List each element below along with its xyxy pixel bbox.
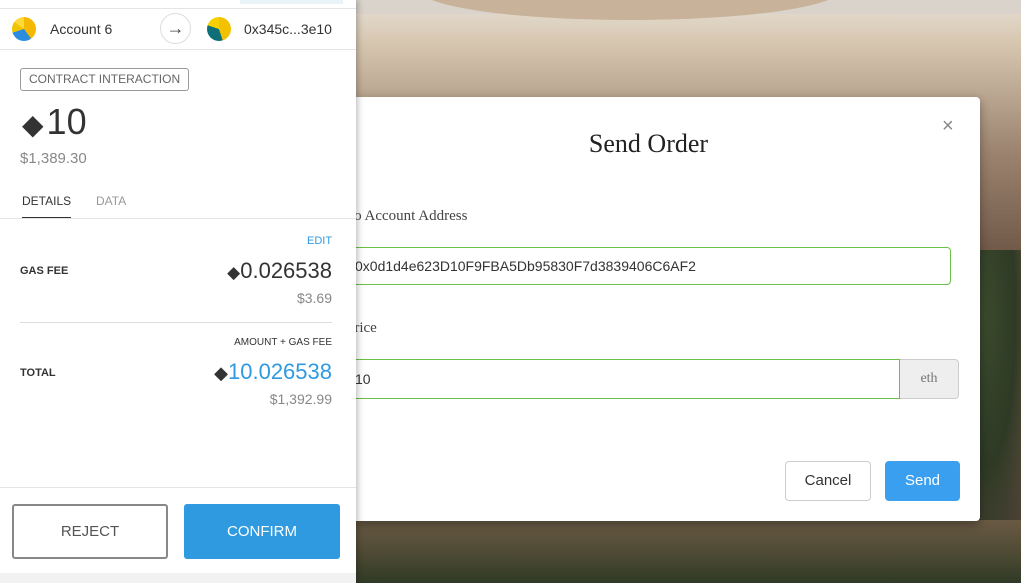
total-label: TOTAL bbox=[20, 367, 56, 379]
gas-fee-value: 0.026538 bbox=[240, 258, 332, 283]
from-account-name[interactable]: Account 6 bbox=[50, 21, 112, 37]
reject-button[interactable]: REJECT bbox=[12, 504, 168, 559]
tab-details[interactable]: DETAILS bbox=[22, 194, 72, 219]
footer-divider bbox=[0, 487, 356, 488]
price-input[interactable] bbox=[348, 359, 900, 399]
to-address-input[interactable] bbox=[348, 247, 951, 285]
tab-data[interactable]: DATA bbox=[96, 194, 126, 208]
arrow-right-icon: → bbox=[160, 13, 191, 44]
contract-interaction-badge: CONTRACT INTERACTION bbox=[20, 68, 190, 91]
gas-fee-eth: ◆0.026538 bbox=[227, 258, 332, 284]
background-arch bbox=[420, 0, 840, 20]
cancel-button[interactable]: Cancel bbox=[785, 461, 871, 501]
to-address[interactable]: 0x345c...3e10 bbox=[244, 21, 332, 37]
section-divider bbox=[20, 322, 332, 323]
send-button[interactable]: Send bbox=[885, 461, 960, 501]
gas-fee-usd: $3.69 bbox=[296, 290, 332, 306]
close-icon[interactable]: × bbox=[942, 115, 954, 138]
metamask-confirm-panel: Account 6 → 0x345c...3e10 CONTRACT INTER… bbox=[0, 0, 356, 583]
total-usd: $1,392.99 bbox=[269, 391, 332, 407]
account-avatar-icon bbox=[12, 17, 36, 41]
send-amount: ◆10 bbox=[22, 101, 87, 143]
to-address-label: To Account Address bbox=[346, 208, 468, 224]
recipient-avatar-icon bbox=[207, 17, 231, 41]
price-unit-addon: eth bbox=[900, 359, 959, 399]
edit-gas-link[interactable]: EDIT bbox=[307, 235, 332, 247]
tab-hint bbox=[240, 0, 343, 4]
tabs-divider bbox=[0, 218, 356, 219]
modal-title: Send Order bbox=[588, 129, 709, 158]
ethereum-icon: ◆ bbox=[227, 263, 241, 282]
total-eth: ◆10.026538 bbox=[214, 359, 332, 385]
ethereum-icon: ◆ bbox=[214, 363, 228, 383]
ethereum-icon: ◆ bbox=[22, 109, 44, 140]
send-amount-value: 10 bbox=[46, 101, 87, 142]
send-amount-usd: $1,389.30 bbox=[20, 150, 87, 167]
send-order-modal: Send Order × To Account Address Price et… bbox=[346, 97, 980, 521]
bottom-strip bbox=[0, 573, 356, 583]
gas-fee-label: GAS FEE bbox=[20, 265, 69, 277]
total-value: 10.026538 bbox=[228, 359, 332, 384]
confirm-button[interactable]: CONFIRM bbox=[184, 504, 340, 559]
amount-gas-label: AMOUNT + GAS FEE bbox=[234, 337, 332, 348]
background-ground bbox=[356, 520, 1021, 583]
